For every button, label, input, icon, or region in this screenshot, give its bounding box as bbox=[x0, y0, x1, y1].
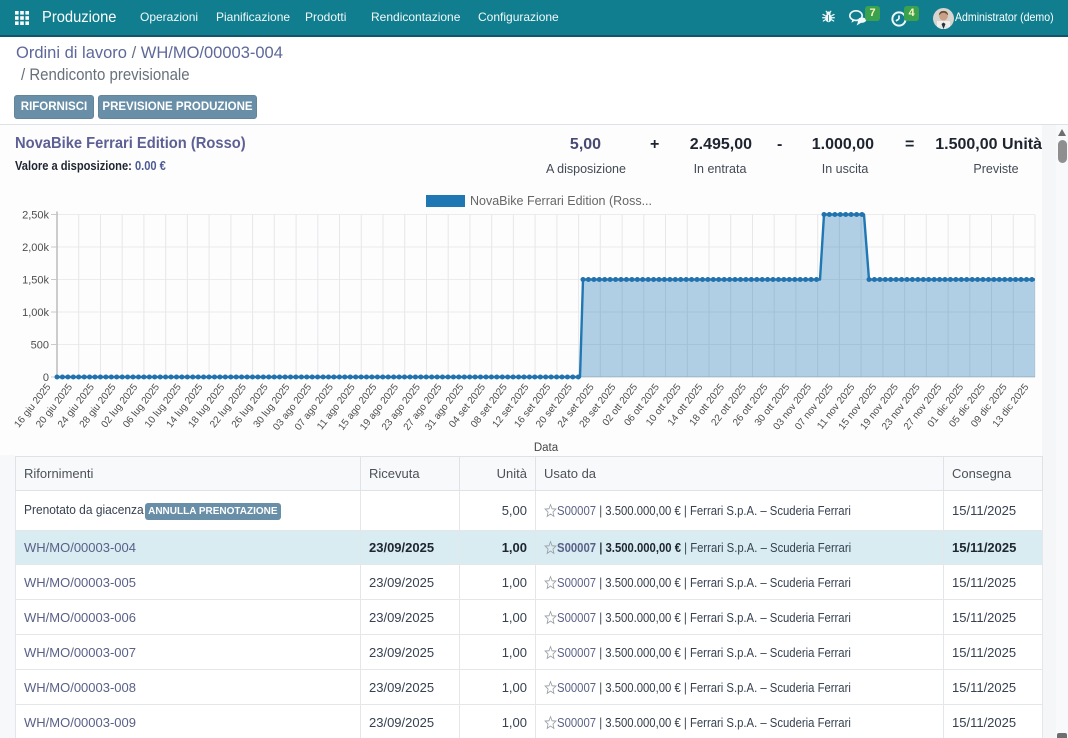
svg-text:2,00k: 2,00k bbox=[22, 242, 49, 254]
svg-text:500: 500 bbox=[31, 340, 49, 352]
svg-text:2,50k: 2,50k bbox=[22, 210, 49, 222]
svg-text:1,50k: 1,50k bbox=[22, 275, 49, 287]
svg-text:NovaBike Ferrari Edition (Ross: NovaBike Ferrari Edition (Ross... bbox=[470, 194, 652, 208]
svg-text:1,00k: 1,00k bbox=[22, 307, 49, 319]
svg-text:Data: Data bbox=[534, 442, 559, 454]
